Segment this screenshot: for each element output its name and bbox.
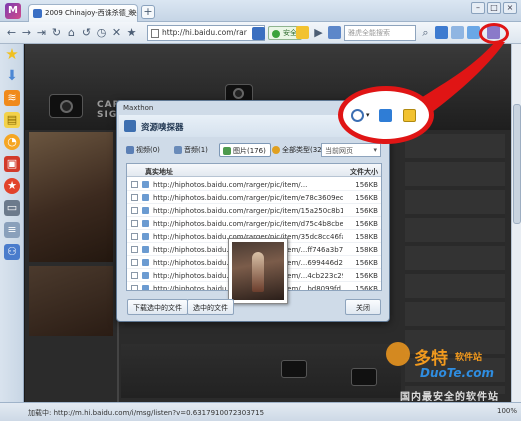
resource-sniffer-icon xyxy=(379,109,392,122)
sniffer-magnifier-icon xyxy=(351,109,364,122)
watermark-brand-suffix: 软件站 xyxy=(455,353,483,363)
status-text: 加载中: http://m.hi.baidu.com/i/msg/listen?… xyxy=(28,409,265,417)
chevron-down-icon: ▾ xyxy=(366,111,370,119)
watermark-slogan: 国内最安全的软件站 xyxy=(400,392,499,403)
annotation-zoom-callout: ▾ xyxy=(338,86,434,144)
zoom-level[interactable]: 100% xyxy=(497,407,517,415)
watermark-domain: DuoTe.com xyxy=(420,366,494,380)
extension-icon xyxy=(403,109,416,122)
duote-logo-icon xyxy=(386,342,410,366)
annotation-circle xyxy=(479,23,509,44)
status-bar: 加载中: http://m.hi.baidu.com/i/msg/listen?… xyxy=(0,402,521,421)
